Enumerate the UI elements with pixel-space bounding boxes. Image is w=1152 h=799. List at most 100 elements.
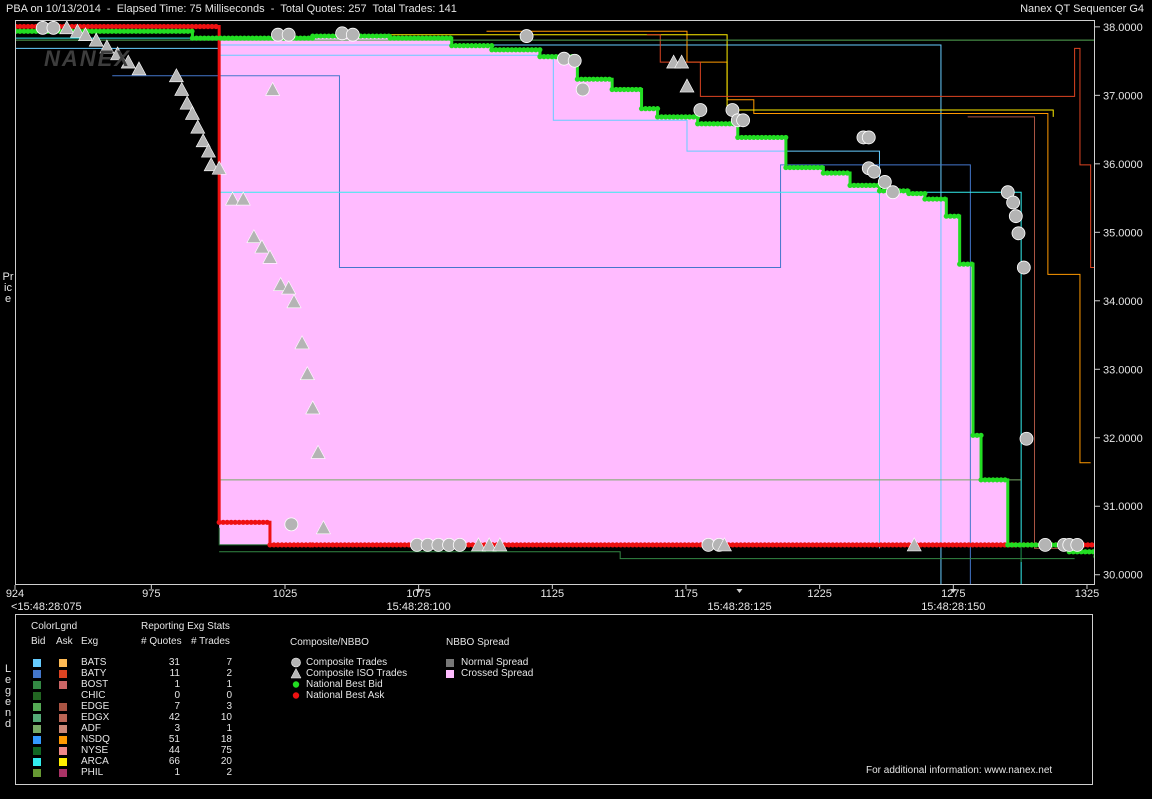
exchange-quotes-count: 31 bbox=[168, 657, 180, 668]
exchange-bid-swatch bbox=[33, 769, 41, 777]
national-best-ask-dot bbox=[264, 519, 270, 525]
time-label: 15:48:28:150 bbox=[921, 601, 985, 610]
exchange-quotes-count: 11 bbox=[169, 668, 180, 679]
national-best-bid-dot bbox=[1090, 549, 1094, 555]
exchange-ask-swatch bbox=[59, 714, 67, 722]
exchange-trades-count: 1 bbox=[226, 679, 232, 690]
legend-footer-link: For additional information: www.nanex.ne… bbox=[866, 765, 1053, 776]
circle-shape bbox=[291, 657, 301, 668]
spread-swatch bbox=[446, 670, 454, 678]
composite-trade-marker bbox=[1016, 260, 1031, 275]
x-tick-label: 924 bbox=[6, 588, 24, 600]
time-marker bbox=[415, 589, 422, 593]
crossed-spread-area bbox=[219, 36, 1016, 545]
composite-trade-marker bbox=[1011, 226, 1026, 241]
exchange-trades-count: 2 bbox=[226, 767, 232, 778]
exchange-quotes-count: 66 bbox=[168, 756, 180, 767]
exchange-quotes-count: 7 bbox=[174, 701, 180, 712]
composite-legend-label: Composite ISO Trades bbox=[306, 668, 408, 679]
exchange-bid-swatch bbox=[33, 736, 41, 744]
time-label: <15:48:28:075 bbox=[11, 601, 82, 610]
composite-trade-marker bbox=[345, 27, 360, 42]
exchange-name: NYSE bbox=[81, 745, 109, 756]
dot-shape bbox=[292, 692, 300, 699]
x-tick-label: 975 bbox=[142, 588, 160, 600]
exchange-ask-swatch bbox=[59, 747, 67, 755]
legend-colorlgnd-header: ColorLgnd bbox=[31, 621, 78, 632]
legend-quotes-header: # Quotes bbox=[141, 636, 182, 647]
triangle-shape bbox=[290, 668, 302, 679]
composite-trade-marker bbox=[452, 538, 467, 552]
exchange-trades-count: 7 bbox=[226, 657, 232, 668]
exchange-name: BATS bbox=[81, 657, 107, 668]
exchange-quotes-count: 0 bbox=[174, 690, 180, 701]
national-best-bid-dot bbox=[942, 196, 948, 202]
exchange-quotes-count: 1 bbox=[174, 679, 180, 690]
composite-legend-label: National Best Ask bbox=[306, 690, 385, 701]
time-marker bbox=[736, 589, 743, 593]
national-best-bid-dot bbox=[955, 213, 961, 219]
composite-trade-marker bbox=[567, 53, 582, 68]
composite-trade-marker bbox=[1008, 209, 1023, 224]
nanex-watermark: NANEX bbox=[44, 46, 132, 71]
exchange-ask-swatch bbox=[59, 725, 67, 733]
exchange-ask-swatch bbox=[59, 703, 67, 711]
y-tick-label: 37.0000 bbox=[1103, 90, 1143, 102]
exchange-quotes-count: 1 bbox=[174, 767, 180, 778]
exchange-quotes-count: 44 bbox=[168, 745, 180, 756]
exchange-trades-count: 1 bbox=[226, 723, 232, 734]
composite-trade-marker bbox=[736, 113, 751, 128]
composite-trade-marker bbox=[1070, 538, 1085, 552]
exchange-bid-swatch bbox=[33, 758, 41, 766]
price-chart-plot: NANEX bbox=[15, 20, 1095, 585]
legend-trades-header: # Trades bbox=[191, 636, 230, 647]
exchange-bid-swatch bbox=[33, 659, 41, 667]
legend-exg-header: Exg bbox=[81, 636, 99, 647]
exchange-ask-swatch bbox=[59, 659, 67, 667]
time-label: 15:48:28:125 bbox=[707, 601, 771, 610]
exchange-name: EDGX bbox=[81, 712, 110, 723]
y-tick-label: 32.0000 bbox=[1103, 433, 1143, 445]
composite-trade-marker bbox=[867, 164, 882, 179]
national-best-bid-dot bbox=[783, 134, 789, 141]
x-tick-label: 1325 bbox=[1075, 588, 1099, 600]
spread-swatch bbox=[446, 659, 454, 667]
exchange-name: BOST bbox=[81, 679, 109, 690]
exchange-trades-count: 3 bbox=[226, 701, 232, 712]
exchange-name: ADF bbox=[81, 723, 101, 734]
spread-legend-label: Crossed Spread bbox=[461, 668, 534, 679]
dot-icon bbox=[292, 692, 300, 699]
composite-trade-marker bbox=[693, 103, 708, 117]
national-best-bid-dot bbox=[1002, 477, 1008, 483]
exchange-trades-count: 75 bbox=[220, 745, 232, 756]
y-tick-label: 30.0000 bbox=[1103, 570, 1143, 582]
time-marker bbox=[950, 589, 957, 593]
x-tick-label: 1125 bbox=[540, 588, 564, 600]
exchange-ask-swatch bbox=[59, 670, 67, 678]
national-best-bid-dot bbox=[978, 432, 984, 438]
exchange-bid-swatch bbox=[33, 692, 41, 700]
composite-trade-marker bbox=[284, 517, 299, 532]
exchange-trades-count: 20 bbox=[220, 756, 232, 767]
x-tick-label: 1025 bbox=[273, 588, 297, 600]
national-best-bid-dot bbox=[844, 170, 850, 176]
chart-header-left: PBA on 10/13/2014 - Elapsed Time: 75 Mil… bbox=[6, 3, 457, 15]
composite-trade-marker bbox=[519, 29, 534, 43]
exchange-bid-swatch bbox=[33, 670, 41, 678]
national-best-bid-dot bbox=[1093, 554, 1094, 559]
y-tick-label: 31.0000 bbox=[1103, 501, 1143, 513]
exchange-bid-swatch bbox=[33, 747, 41, 755]
national-best-bid-dot bbox=[637, 86, 643, 93]
y-tick-label: 34.0000 bbox=[1103, 296, 1143, 308]
exchange-name: NSDQ bbox=[81, 734, 110, 745]
exchange-trades-count: 2 bbox=[226, 668, 232, 679]
exchange-bid-swatch bbox=[33, 703, 41, 711]
circle-icon bbox=[291, 657, 301, 668]
composite-iso-trade-marker bbox=[174, 81, 190, 96]
dot-icon bbox=[292, 681, 300, 688]
y-tick-label: 33.0000 bbox=[1103, 364, 1143, 376]
x-tick-label: 1275 bbox=[941, 588, 965, 600]
composite-trade-marker bbox=[1006, 195, 1021, 210]
exchange-name: CHIC bbox=[81, 690, 106, 701]
national-best-bid-dot bbox=[969, 261, 975, 267]
